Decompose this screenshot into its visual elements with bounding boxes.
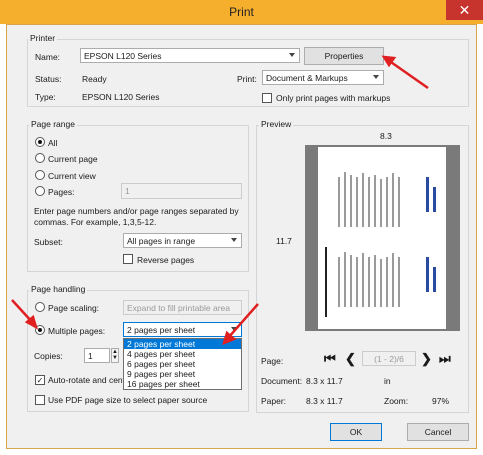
annotation-arrow-line: [227, 303, 259, 339]
annotation-arrow-line: [387, 58, 429, 90]
annotation-arrows: [11, 55, 429, 346]
